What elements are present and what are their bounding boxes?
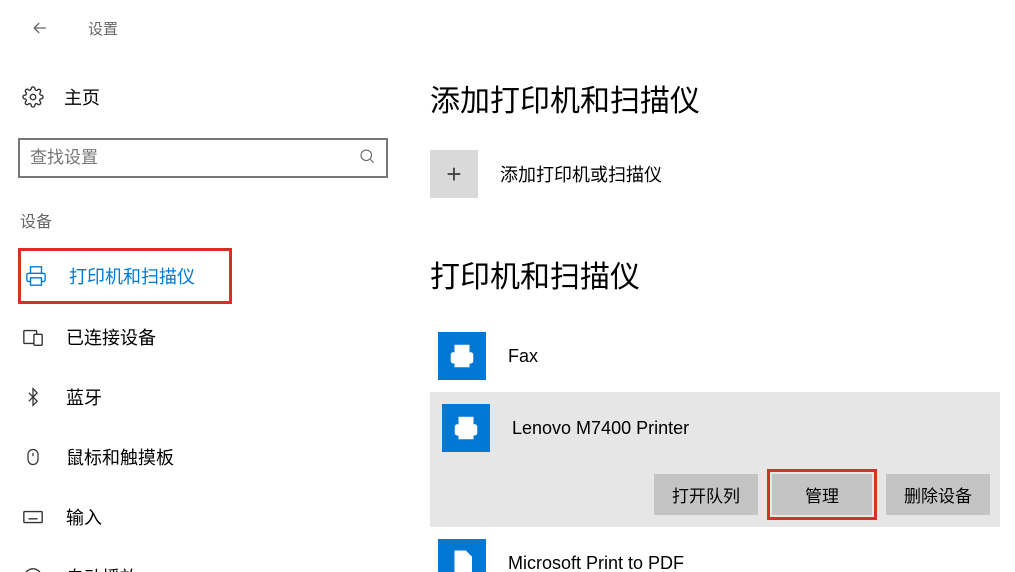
nav-item-connected[interactable]: 已连接设备 xyxy=(18,310,400,364)
search-box[interactable] xyxy=(18,138,388,178)
keyboard-icon xyxy=(22,506,44,528)
home-link[interactable]: 主页 xyxy=(18,76,400,118)
printer-tile-icon xyxy=(442,404,490,452)
nav-item-mouse[interactable]: 鼠标和触摸板 xyxy=(18,430,400,484)
autoplay-icon xyxy=(22,566,44,572)
search-icon xyxy=(358,147,376,170)
window-title: 设置 xyxy=(88,18,118,39)
heading-list: 打印机和扫描仪 xyxy=(430,252,1000,296)
nav-label: 自动播放 xyxy=(66,564,138,572)
device-name: Lenovo M7400 Printer xyxy=(512,418,689,439)
nav-item-autoplay[interactable]: 自动播放 xyxy=(18,550,400,572)
nav-item-printers[interactable]: 打印机和扫描仪 xyxy=(18,248,232,304)
printer-tile-icon xyxy=(438,539,486,572)
device-row-fax[interactable]: Fax xyxy=(430,320,1000,392)
mouse-icon xyxy=(22,446,44,468)
heading-add: 添加打印机和扫描仪 xyxy=(430,76,1000,120)
nav-item-bluetooth[interactable]: 蓝牙 xyxy=(18,370,400,424)
nav-label: 蓝牙 xyxy=(66,384,102,410)
device-name: Microsoft Print to PDF xyxy=(508,553,684,572)
add-label: 添加打印机或扫描仪 xyxy=(500,161,662,187)
section-label: 设备 xyxy=(18,208,400,232)
back-button[interactable] xyxy=(20,8,60,48)
nav-label: 输入 xyxy=(66,504,102,530)
nav-label: 鼠标和触摸板 xyxy=(66,444,174,470)
home-label: 主页 xyxy=(64,84,100,110)
nav-item-typing[interactable]: 输入 xyxy=(18,490,400,544)
plus-icon: + xyxy=(430,150,478,198)
nav-label: 已连接设备 xyxy=(66,324,156,350)
bluetooth-icon xyxy=(22,386,44,408)
nav-label: 打印机和扫描仪 xyxy=(69,263,195,289)
device-row-lenovo[interactable]: Lenovo M7400 Printer 打开队列 管理 删除设备 xyxy=(430,392,1000,527)
add-printer-row[interactable]: + 添加打印机或扫描仪 xyxy=(430,150,1000,198)
manage-button[interactable]: 管理 xyxy=(772,474,872,515)
gear-icon xyxy=(22,86,44,108)
printer-icon xyxy=(25,265,47,287)
device-row-pdf[interactable]: Microsoft Print to PDF xyxy=(430,527,1000,572)
connected-icon xyxy=(22,326,44,348)
printer-tile-icon xyxy=(438,332,486,380)
device-name: Fax xyxy=(508,346,538,367)
open-queue-button[interactable]: 打开队列 xyxy=(654,474,758,515)
search-input[interactable] xyxy=(30,148,358,168)
remove-device-button[interactable]: 删除设备 xyxy=(886,474,990,515)
